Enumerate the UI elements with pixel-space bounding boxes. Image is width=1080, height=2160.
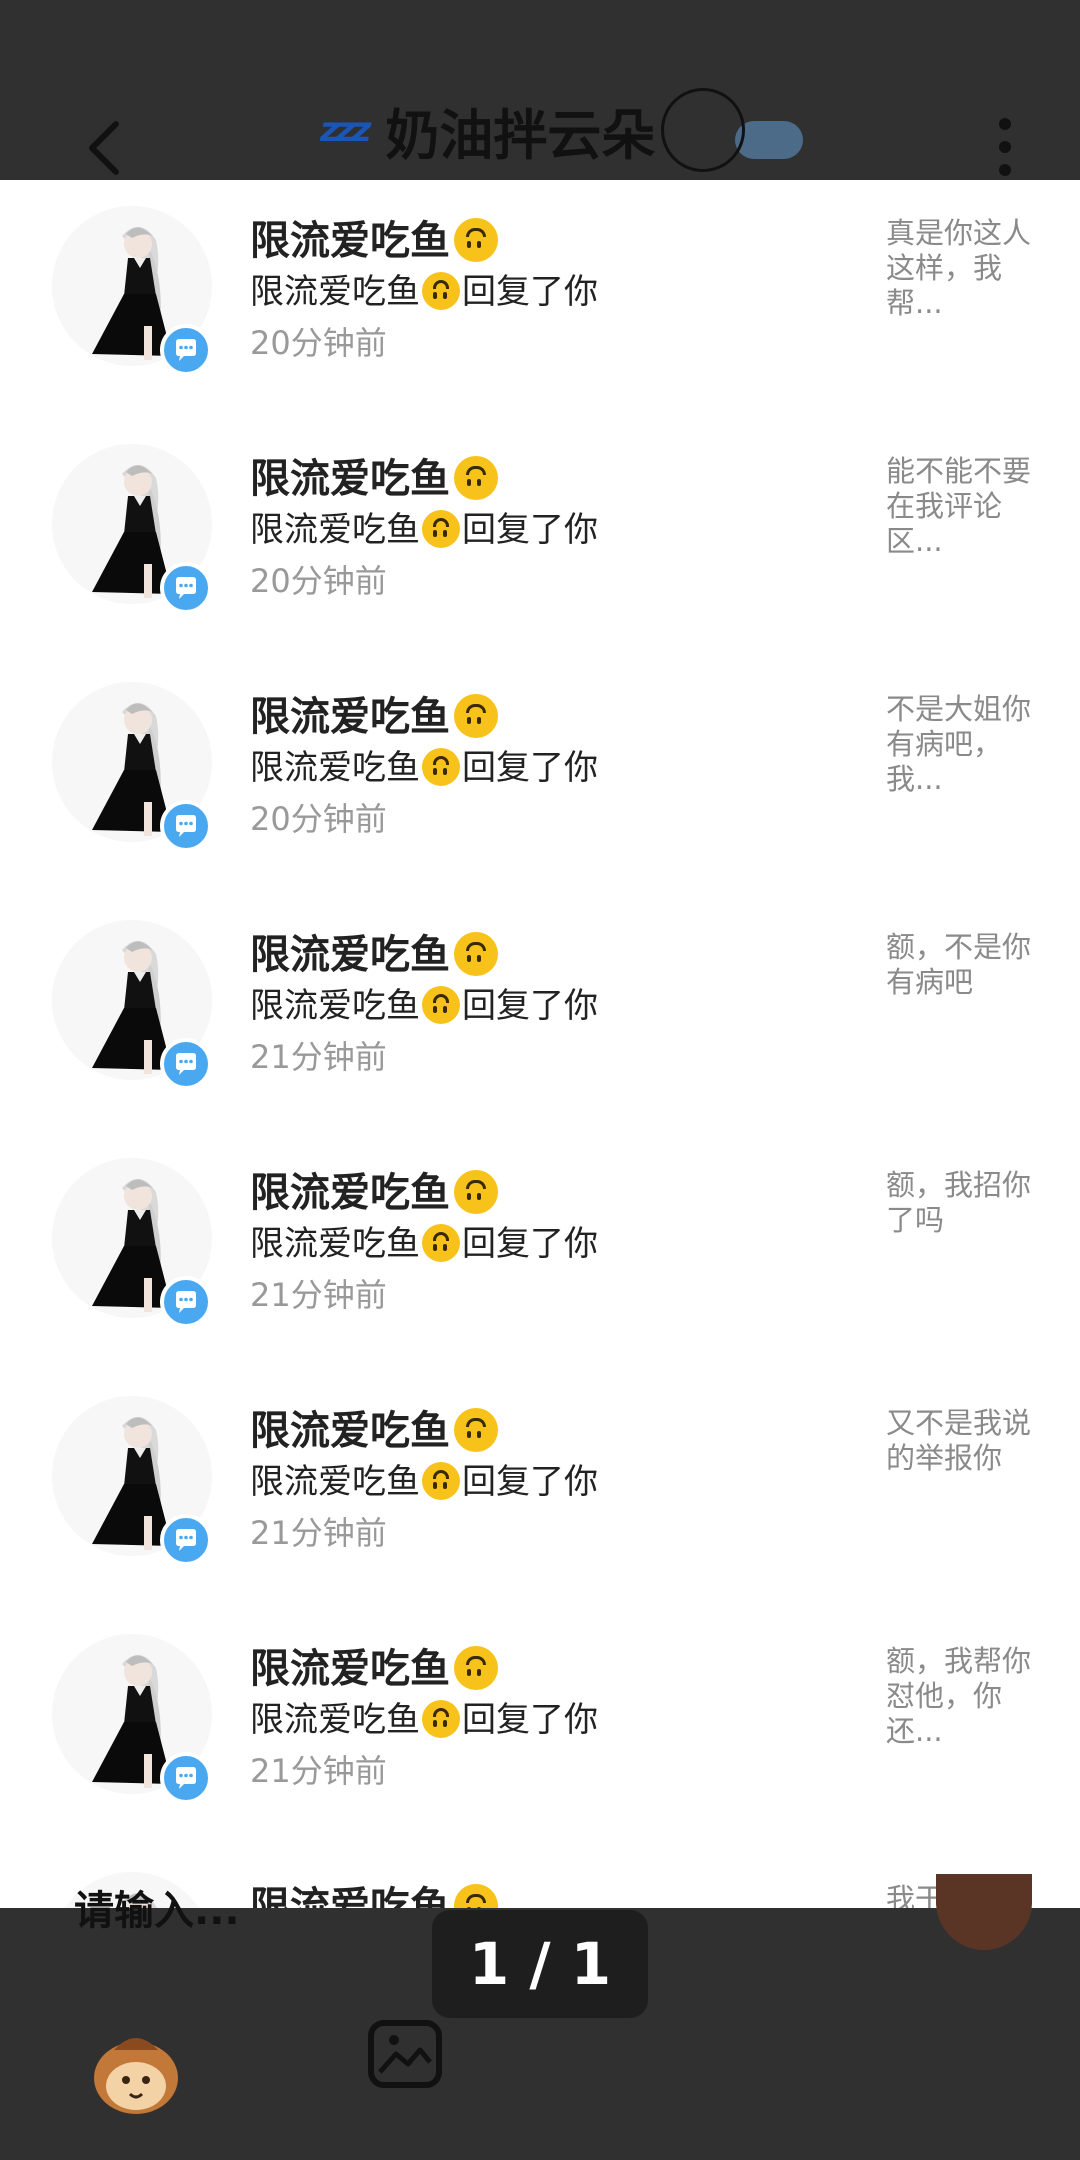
- reply-action-text: 限流爱吃鱼 回复了你: [250, 986, 598, 1026]
- timestamp: 20分钟前: [250, 800, 387, 838]
- page-title: 奶油拌云朵: [385, 103, 656, 167]
- timestamp: 20分钟前: [250, 562, 387, 600]
- reply-action-text: 限流爱吃鱼 回复了你: [250, 1224, 598, 1264]
- notification-row[interactable]: 限流爱吃鱼 限流爱吃鱼 回复了你 21分钟前 额，我帮你怼他，你还...: [0, 1608, 1080, 1846]
- username[interactable]: 限流爱吃鱼: [250, 208, 498, 266]
- notification-list: 限流爱吃鱼 限流爱吃鱼 回复了你 20分钟前 真是你这人这样，我帮... 限流爱吃…: [0, 180, 1080, 1908]
- upside-down-face-emoji-icon: [454, 694, 498, 738]
- notification-row[interactable]: 限流爱吃鱼 限流爱吃鱼 回复了你 21分钟前 又不是我说的举报你: [0, 1370, 1080, 1608]
- reply-action-text: 限流爱吃鱼 回复了你: [250, 1700, 598, 1740]
- upside-down-face-emoji-icon: [454, 1646, 498, 1690]
- upside-down-face-emoji-icon: [422, 1700, 460, 1738]
- more-icon[interactable]: [990, 118, 1020, 180]
- comment-preview[interactable]: 能不能不要在我评论区...: [886, 454, 1056, 559]
- comment-preview[interactable]: 又不是我说的举报你: [886, 1406, 1056, 1476]
- username[interactable]: 限流爱吃鱼: [250, 922, 498, 980]
- back-icon[interactable]: [84, 118, 124, 178]
- notification-row[interactable]: 限流爱吃鱼 限流爱吃鱼 回复了你 21分钟前 额，不是你有病吧: [0, 894, 1080, 1132]
- comment-badge-icon: [160, 1038, 212, 1090]
- username[interactable]: 限流爱吃鱼: [250, 1636, 498, 1694]
- reply-action-text: 限流爱吃鱼 回复了你: [250, 1462, 598, 1502]
- comment-preview[interactable]: 不是大姐你有病吧，我...: [886, 692, 1056, 797]
- reply-action-text: 限流爱吃鱼 回复了你: [250, 748, 598, 788]
- notification-row[interactable]: 限流爱吃鱼 限流爱吃鱼 回复了你 21分钟前 额，我招你了吗: [0, 1132, 1080, 1370]
- upside-down-face-emoji-icon: [454, 456, 498, 500]
- comment-badge-icon: [160, 324, 212, 376]
- username[interactable]: 限流爱吃鱼: [250, 446, 498, 504]
- notification-row[interactable]: 限流爱吃鱼 限流爱吃鱼 回复了你 20分钟前 能不能不要在我评论区...: [0, 418, 1080, 656]
- image-page-counter: 1 / 1: [432, 1910, 648, 2018]
- comment-preview[interactable]: 额，我招你了吗: [886, 1168, 1056, 1238]
- username[interactable]: 限流爱吃鱼: [250, 1398, 498, 1456]
- upside-down-face-emoji-icon: [422, 1462, 460, 1500]
- timestamp: 21分钟前: [250, 1276, 387, 1314]
- face-decoration-icon: [661, 88, 746, 172]
- comment-badge-icon: [160, 800, 212, 852]
- comment-badge-icon: [160, 1514, 212, 1566]
- upside-down-face-emoji-icon: [422, 986, 460, 1024]
- username[interactable]: 限流爱吃鱼: [250, 684, 498, 742]
- comment-preview[interactable]: 额，不是你有病吧: [886, 930, 1056, 1000]
- upside-down-face-emoji-icon: [422, 510, 460, 548]
- pet-avatar-icon[interactable]: [86, 2020, 186, 2120]
- comment-preview[interactable]: 真是你这人这样，我帮...: [886, 216, 1056, 321]
- timestamp: 21分钟前: [250, 1752, 387, 1790]
- upside-down-face-emoji-icon: [422, 272, 460, 310]
- upside-down-face-emoji-icon: [422, 1224, 460, 1262]
- profile-title-group: zzz 奶油拌云朵: [320, 88, 804, 172]
- cloud-decoration-icon: [735, 121, 804, 159]
- username[interactable]: 限流爱吃鱼: [250, 1874, 498, 1908]
- comment-badge-icon: [160, 1752, 212, 1804]
- upside-down-face-emoji-icon: [454, 1408, 498, 1452]
- comment-badge-icon: [160, 562, 212, 614]
- username[interactable]: 限流爱吃鱼: [250, 1160, 498, 1218]
- top-bar: zzz 奶油拌云朵: [0, 0, 1080, 180]
- reply-action-text: 限流爱吃鱼 回复了你: [250, 272, 598, 312]
- notification-row[interactable]: 限流爱吃鱼 限流爱吃鱼 回复了你 20分钟前 真是你这人这样，我帮...: [0, 180, 1080, 418]
- reply-action-text: 限流爱吃鱼 回复了你: [250, 510, 598, 550]
- comment-preview[interactable]: 额，我帮你怼他，你还...: [886, 1644, 1056, 1749]
- upside-down-face-emoji-icon: [422, 748, 460, 786]
- timestamp: 21分钟前: [250, 1514, 387, 1552]
- upside-down-face-emoji-icon: [454, 1884, 498, 1908]
- timestamp: 21分钟前: [250, 1038, 387, 1076]
- comment-badge-icon: [160, 1276, 212, 1328]
- gallery-icon[interactable]: [368, 2020, 442, 2088]
- comment-input-peek[interactable]: 请输入...: [74, 1878, 240, 1936]
- timestamp: 20分钟前: [250, 324, 387, 362]
- notification-row[interactable]: 限流爱吃鱼 限流爱吃鱼 回复了你 20分钟前 不是大姐你有病吧，我...: [0, 656, 1080, 894]
- upside-down-face-emoji-icon: [454, 218, 498, 262]
- sleep-zzz-decoration: zzz: [320, 110, 371, 150]
- upside-down-face-emoji-icon: [454, 932, 498, 976]
- upside-down-face-emoji-icon: [454, 1170, 498, 1214]
